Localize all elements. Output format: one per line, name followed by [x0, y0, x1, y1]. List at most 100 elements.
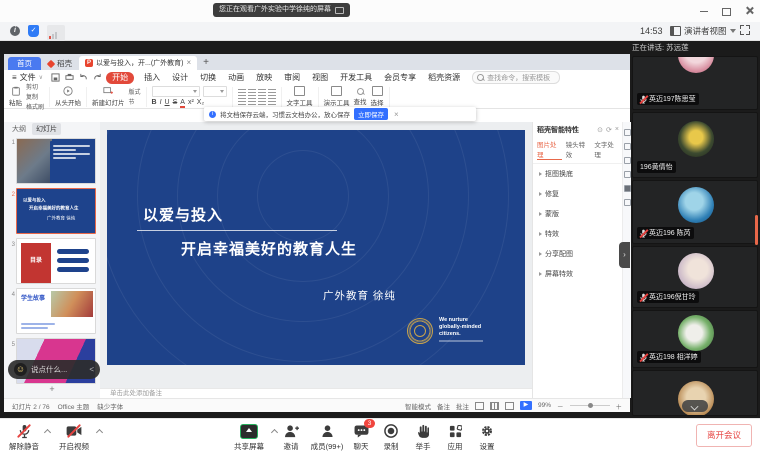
panel-item[interactable]: 特效 — [533, 224, 623, 244]
underline-button[interactable]: U — [165, 99, 170, 108]
subscript-button[interactable]: X₂ — [197, 99, 204, 108]
superscript-button[interactable]: x² — [188, 99, 194, 108]
sorter-view-icon[interactable] — [490, 402, 499, 410]
ribbon-tab-insert[interactable]: 插入 — [138, 70, 166, 85]
participant-tile[interactable]: 英迈197陈思莹 — [632, 56, 758, 110]
panel-item[interactable]: 抠图换底 — [533, 164, 623, 184]
slideshow-play-button[interactable]: ▶ — [520, 401, 532, 410]
minimize-button[interactable] — [700, 6, 712, 16]
video-options-chevron[interactable] — [96, 428, 103, 435]
unmute-button[interactable]: 解除静音 — [2, 423, 46, 452]
emoji-icon[interactable]: ☺ — [14, 363, 27, 376]
wps-document-tab[interactable]: P 以爱与投入，开...(广外教育) × — [79, 56, 197, 70]
participant-tile[interactable]: 英迈198 相洋婷 — [632, 310, 758, 368]
section-button[interactable]: 节 — [129, 97, 141, 106]
cut-button[interactable]: 剪切 — [26, 82, 44, 91]
new-slide-button[interactable]: 新建幻灯片 — [92, 86, 125, 107]
outline-tab[interactable]: 大纲 — [12, 124, 26, 134]
smart-mode-toggle[interactable]: 智能模式 — [405, 401, 431, 411]
slide-thumbnail-1[interactable] — [16, 138, 96, 184]
slide-thumbnail-3[interactable]: 目录 — [16, 238, 96, 284]
ribbon-tab-animation[interactable]: 动画 — [222, 70, 250, 85]
find-button[interactable]: 查找 — [354, 87, 367, 106]
ribbon-tab-slideshow[interactable]: 放映 — [250, 70, 278, 85]
font-size-combobox[interactable] — [203, 86, 227, 97]
panel-item[interactable]: 屏幕特效 — [533, 264, 623, 284]
ribbon-tab-member[interactable]: 会员专享 — [378, 70, 422, 85]
network-signal-icon[interactable] — [47, 25, 65, 41]
tool-icon[interactable] — [624, 157, 631, 164]
panel-tab-lens[interactable]: 镜头特效 — [566, 139, 591, 160]
chevron-left-icon[interactable]: < — [89, 365, 94, 374]
panel-close-icon[interactable]: × — [615, 126, 619, 134]
missing-font-warning[interactable]: 缺少字体 — [97, 401, 123, 411]
save-icon[interactable] — [51, 73, 60, 82]
tool-icon[interactable] — [624, 199, 631, 206]
presentation-tool-button[interactable]: 演示工具 — [324, 86, 350, 107]
add-slide-button[interactable]: + — [4, 384, 100, 394]
slide-thumbnail-4[interactable]: 学生故事 — [16, 288, 96, 334]
panel-item[interactable]: 蒙版 — [533, 204, 623, 224]
collapse-sidebar-button[interactable] — [682, 400, 708, 412]
participant-tile[interactable]: 英迈196 陈芮 — [632, 180, 758, 244]
close-button[interactable] — [744, 6, 756, 16]
current-slide[interactable]: 以爱与投入 开启幸福美好的教育人生 广外教育 徐纯 We nurture glo… — [107, 130, 525, 365]
ribbon-tab-design[interactable]: 设计 — [166, 70, 194, 85]
ribbon-tab-start[interactable]: 开始 — [106, 72, 134, 84]
font-name-combobox[interactable] — [152, 86, 200, 97]
ribbon-tab-resources[interactable]: 稻壳资源 — [422, 70, 466, 85]
new-tab-button[interactable]: + — [203, 56, 209, 70]
zoom-slider[interactable] — [570, 405, 610, 406]
slide-thumbnail-2-selected[interactable]: 以爱与投入 开启幸福美好的教育人生 广外教育 徐纯 — [16, 188, 96, 234]
italic-button[interactable]: I — [160, 99, 162, 108]
participant-tile[interactable]: 196黄倩怡 — [632, 112, 758, 178]
wps-home-tab[interactable]: 首页 — [8, 57, 41, 70]
zoom-in-button[interactable]: ＋ — [616, 401, 623, 411]
fullscreen-button[interactable] — [740, 25, 750, 35]
tool-icon[interactable] — [624, 129, 631, 136]
format-painter-button[interactable]: 格式刷 — [26, 102, 44, 111]
font-color-button[interactable]: A — [180, 99, 185, 108]
settings-button[interactable]: 设置 — [465, 423, 509, 452]
panel-tab-text[interactable]: 文字处理 — [594, 139, 619, 160]
select-button[interactable]: 选择 — [371, 86, 384, 107]
normal-view-icon[interactable] — [475, 402, 484, 410]
participant-tile[interactable]: 英迈196倪甘玲 — [632, 246, 758, 308]
layout-button[interactable]: 版式 — [129, 87, 141, 96]
ribbon-tab-review[interactable]: 审阅 — [278, 70, 306, 85]
panel-item[interactable]: 分享配图 — [533, 244, 623, 264]
reading-view-icon[interactable] — [505, 402, 514, 410]
security-shield-icon[interactable]: ✓ — [28, 25, 39, 37]
mic-options-chevron[interactable] — [44, 428, 51, 435]
paste-button[interactable]: 粘贴 — [9, 86, 22, 107]
panel-item[interactable]: 修复 — [533, 184, 623, 204]
slides-tab[interactable]: 幻灯片 — [32, 123, 61, 135]
maximize-button[interactable] — [722, 6, 734, 16]
ribbon-tab-view[interactable]: 视图 — [306, 70, 334, 85]
align-buttons-row1[interactable] — [238, 89, 276, 96]
quick-chat-input[interactable]: 说点什么... — [31, 364, 85, 375]
ribbon-search-input[interactable]: 查找命令，搜索模板 — [472, 71, 560, 84]
tool-icon[interactable] — [624, 171, 631, 178]
view-mode-selector[interactable]: 演讲者视图 — [670, 24, 736, 37]
tool-icon[interactable] — [624, 143, 631, 150]
notes-toggle[interactable]: 备注 — [437, 401, 450, 411]
strike-button[interactable]: S — [173, 99, 178, 108]
ribbon-tab-dev[interactable]: 开发工具 — [334, 70, 378, 85]
panel-settings-icon[interactable]: ⊙ — [597, 126, 603, 134]
undo-icon[interactable] — [79, 73, 88, 82]
comments-toggle[interactable]: 批注 — [456, 401, 469, 411]
bold-button[interactable]: B — [152, 99, 157, 108]
leave-meeting-button[interactable]: 离开会议 — [696, 424, 752, 447]
panel-refresh-icon[interactable]: ⟳ — [606, 126, 612, 134]
align-buttons-row2[interactable] — [238, 98, 276, 105]
print-icon[interactable] — [65, 73, 74, 82]
notice-close-icon[interactable]: × — [394, 110, 399, 119]
copy-button[interactable]: 复制 — [26, 92, 44, 101]
share-screen-button[interactable]: 共享屏幕 — [227, 423, 271, 452]
quick-chat-bar[interactable]: ☺ 说点什么... < — [8, 360, 100, 379]
start-video-button[interactable]: 开启视频 — [52, 423, 96, 452]
meeting-info-icon[interactable]: i — [10, 26, 20, 36]
save-now-button[interactable]: 立即保存 — [354, 108, 388, 120]
play-from-start-button[interactable]: 从头开始 — [55, 86, 81, 107]
